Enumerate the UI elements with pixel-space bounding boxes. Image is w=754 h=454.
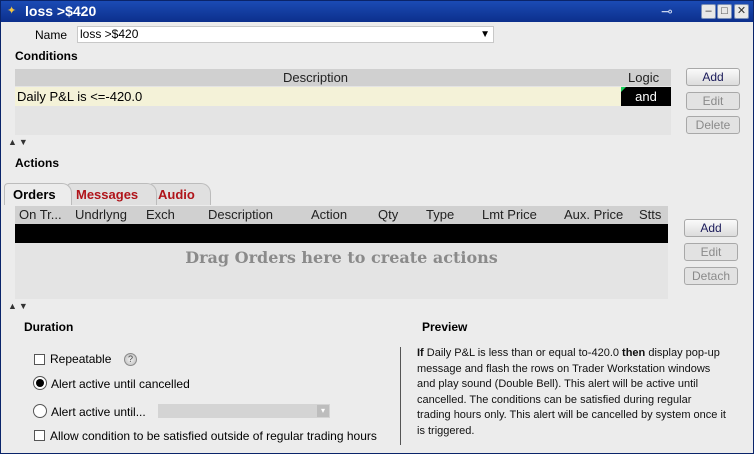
preview-if: If — [417, 347, 424, 359]
split-toggle-icon-2[interactable]: ▲▼ — [8, 301, 30, 311]
split-toggle-icon[interactable]: ▲▼ — [8, 137, 30, 147]
bell-icon: ✦ — [7, 5, 17, 17]
alert-until-label: Alert active until... — [51, 405, 146, 419]
orders-table: On Tr... Undrlyng Exch Description Actio… — [15, 206, 668, 299]
conditions-header: Description Logic — [15, 69, 671, 86]
orders-row-empty[interactable] — [15, 224, 668, 243]
col-lmt-price[interactable]: Lmt Price — [482, 207, 537, 222]
col-on-trigger[interactable]: On Tr... — [19, 207, 62, 222]
name-value: loss >$420 — [80, 27, 139, 41]
col-exch[interactable]: Exch — [146, 207, 175, 222]
preview-heading: Preview — [422, 320, 468, 334]
tab-orders[interactable]: Orders — [4, 183, 72, 205]
pin-icon[interactable]: ⊸ — [661, 3, 673, 20]
col-description[interactable]: Description — [208, 207, 273, 222]
conditions-heading: Conditions — [15, 49, 78, 63]
alert-until-cancelled-label: Alert active until cancelled — [51, 377, 190, 391]
actions-heading: Actions — [15, 156, 60, 170]
add-condition-button[interactable]: Add — [686, 68, 740, 86]
close-icon[interactable]: ✕ — [734, 4, 749, 19]
tab-messages[interactable]: Messages — [67, 183, 157, 205]
calendar-icon[interactable]: ▾ — [317, 405, 329, 417]
conditions-table: Description Logic Daily P&L is <=-420.0 … — [15, 69, 671, 135]
preview-condition: Daily P&L is less than or equal to-420.0 — [423, 347, 623, 359]
chevron-down-icon[interactable]: ▼ — [480, 27, 490, 42]
allow-outside-rth-label: Allow condition to be satisfied outside … — [50, 429, 377, 443]
title-bar[interactable]: ✦ loss >$420 ⊸ – □ ✕ — [1, 1, 753, 22]
condition-row[interactable]: Daily P&L is <=-420.0 — [15, 87, 621, 106]
alert-until-radio[interactable] — [33, 404, 47, 418]
add-action-button[interactable]: Add — [684, 219, 738, 237]
repeatable-label: Repeatable — [50, 352, 112, 366]
col-underlying[interactable]: Undrlyng — [75, 207, 127, 222]
allow-outside-rth-checkbox[interactable] — [34, 430, 45, 441]
maximize-icon[interactable]: □ — [717, 4, 732, 19]
name-dropdown[interactable]: loss >$420 ▼ — [77, 26, 494, 43]
alert-until-cancelled-radio[interactable] — [33, 376, 47, 390]
tab-audio[interactable]: Audio — [149, 183, 211, 205]
header-description[interactable]: Description — [283, 70, 348, 85]
preview-action: display pop-up message and flash the row… — [417, 347, 726, 437]
duration-heading: Duration — [24, 320, 74, 334]
col-aux-price[interactable]: Aux. Price — [564, 207, 623, 222]
preview-then: then — [622, 347, 646, 359]
logic-flag-marker — [621, 87, 626, 92]
col-type[interactable]: Type — [426, 207, 454, 222]
condition-logic-cell[interactable]: and — [621, 87, 671, 106]
window-title: loss >$420 — [25, 3, 97, 19]
repeatable-checkbox[interactable] — [34, 354, 45, 365]
help-icon[interactable]: ? — [124, 353, 137, 366]
drop-hint: Drag Orders here to create actions — [185, 248, 498, 267]
col-status[interactable]: Stts — [639, 207, 661, 222]
preview-text: If Daily P&L is less than or equal to-42… — [417, 346, 727, 439]
alert-until-datetime-field[interactable]: ▾ — [158, 404, 330, 418]
orders-header: On Tr... Undrlyng Exch Description Actio… — [15, 206, 668, 224]
detach-action-button[interactable]: Detach — [684, 267, 738, 285]
edit-condition-button[interactable]: Edit — [686, 92, 740, 110]
col-qty[interactable]: Qty — [378, 207, 398, 222]
name-label: Name — [35, 28, 68, 42]
col-action[interactable]: Action — [311, 207, 347, 222]
edit-action-button[interactable]: Edit — [684, 243, 738, 261]
condition-description: Daily P&L is <=-420.0 — [17, 89, 143, 104]
alert-window: ✦ loss >$420 ⊸ – □ ✕ Name loss >$420 ▼ C… — [0, 0, 754, 454]
delete-condition-button[interactable]: Delete — [686, 116, 740, 134]
minimize-icon[interactable]: – — [701, 4, 716, 19]
section-divider — [400, 347, 401, 445]
header-logic[interactable]: Logic — [628, 70, 659, 85]
